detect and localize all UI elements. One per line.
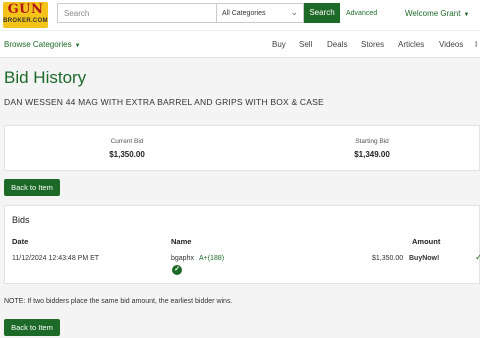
- bid-date: 11/12/2024 12:43:48 PM ET: [12, 255, 100, 262]
- nav-more[interactable]: I: [475, 40, 477, 49]
- bid-amount: $1,350.00: [372, 255, 404, 262]
- browse-categories-label: Browse Categories: [4, 40, 72, 49]
- starting-bid-label: Starting Bid: [355, 138, 389, 145]
- column-header-amount: Amount: [412, 237, 441, 246]
- logo-text-bottom: BROKER.COM: [3, 18, 48, 24]
- bidder-name[interactable]: bgaphx: [171, 255, 194, 262]
- main-nav: Browse Categories ▼ Buy Sell Deals Stores…: [0, 30, 480, 58]
- gunbroker-logo[interactable]: GUN BROKER.COM: [3, 2, 48, 28]
- top-header: GUN BROKER.COM Search All Categories ⌄ S…: [0, 0, 480, 30]
- advanced-search-link[interactable]: Advanced: [346, 10, 377, 17]
- nav-buy[interactable]: Buy: [272, 40, 286, 49]
- category-select-value: All Categories: [222, 10, 266, 17]
- item-title: DAN WESSEN 44 MAG WITH EXTRA BARREL AND …: [4, 97, 324, 107]
- bid-summary-panel: Current Bid $1,350.00 Starting Bid $1,34…: [4, 125, 480, 171]
- nav-sell[interactable]: Sell: [299, 40, 312, 49]
- check-circle-icon: ✓: [172, 265, 182, 275]
- tie-rule-note: NOTE: If two bidders place the same bid …: [4, 298, 233, 305]
- browse-categories-menu[interactable]: Browse Categories ▼: [4, 40, 81, 49]
- bid-type: BuyNow!: [409, 255, 440, 262]
- search-button[interactable]: Search: [304, 3, 340, 23]
- nav-deals[interactable]: Deals: [327, 40, 347, 49]
- welcome-text: Welcome Grant: [405, 9, 461, 18]
- column-header-name: Name: [171, 237, 192, 246]
- caret-down-icon: ▼: [463, 12, 470, 18]
- bidder-cell: bgaphx A+(188): [171, 255, 224, 262]
- account-menu[interactable]: Welcome Grant ▼: [405, 9, 469, 18]
- nav-stores[interactable]: Stores: [361, 40, 384, 49]
- check-icon: ✓: [475, 252, 480, 262]
- current-bid-value: $1,350.00: [109, 150, 145, 159]
- caret-down-icon: ▼: [74, 43, 81, 49]
- starting-bid-value: $1,349.00: [354, 150, 390, 159]
- category-select[interactable]: All Categories ⌄: [216, 3, 304, 23]
- page-title: Bid History: [4, 68, 87, 87]
- back-to-item-button[interactable]: Back to Item: [4, 179, 60, 196]
- column-header-date: Date: [12, 237, 29, 246]
- logo-text-top: GUN: [7, 2, 44, 17]
- current-bid-label: Current Bid: [110, 138, 144, 145]
- bids-heading: Bids: [12, 215, 30, 225]
- back-to-item-button-bottom[interactable]: Back to Item: [4, 319, 60, 336]
- nav-videos[interactable]: Videos: [439, 40, 463, 49]
- chevron-down-icon: ⌄: [290, 7, 298, 17]
- bids-panel: Bids Date Name Amount 11/12/2024 12:43:4…: [4, 205, 480, 284]
- search-input[interactable]: Search: [57, 3, 216, 23]
- bidder-rating[interactable]: A+(188): [199, 255, 224, 262]
- nav-articles[interactable]: Articles: [398, 40, 424, 49]
